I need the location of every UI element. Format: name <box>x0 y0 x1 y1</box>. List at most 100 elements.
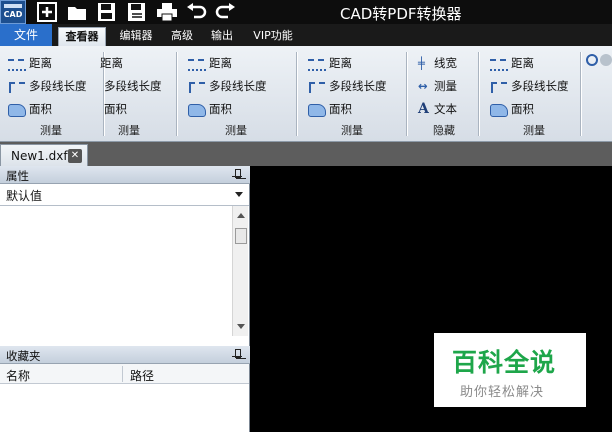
distance-button[interactable]: 距离 <box>308 53 352 73</box>
distance-button[interactable]: 距离 <box>490 53 534 73</box>
pin-icon[interactable] <box>232 169 242 181</box>
area-button[interactable]: 面积 <box>308 99 352 119</box>
favorites-title: 收藏夹 <box>6 349 41 363</box>
distance-label: 距离 <box>209 56 232 70</box>
left-panel: 属性 默认值 收藏夹 名称 路径 <box>0 166 250 432</box>
area-label: 面积 <box>329 102 352 116</box>
open-folder-icon[interactable] <box>66 2 88 22</box>
area-button[interactable]: 面积 <box>8 99 52 119</box>
watermark-sub: 助你轻松解决 <box>460 385 545 400</box>
settings-icon[interactable] <box>600 54 612 66</box>
properties-panel-header: 属性 <box>0 166 250 184</box>
ribbon-divider <box>406 52 407 136</box>
text-toggle[interactable]: A 文本 <box>418 99 457 119</box>
window-title: CAD转PDF转换器 <box>340 5 462 23</box>
distance-icon <box>490 57 508 71</box>
app-icon-label: CAD <box>3 10 23 19</box>
text-icon: A <box>418 101 429 117</box>
polyline-icon <box>8 80 26 94</box>
polyline-length-label: 多段线长度 <box>511 79 569 93</box>
properties-scrollbar[interactable] <box>232 206 248 336</box>
line-width-label: 线宽 <box>434 56 457 70</box>
distance-icon <box>308 57 326 71</box>
ribbon-group-measure-5: 距离 多段线长度 面积 测量 <box>482 49 586 141</box>
group-label: 测量 <box>341 124 363 137</box>
polyline-length-button[interactable]: 多段线长度 <box>188 76 267 96</box>
scroll-up-icon[interactable] <box>237 213 245 218</box>
column-divider[interactable] <box>122 366 123 382</box>
measure-toggle[interactable]: ↔ 测量 <box>418 76 457 96</box>
group-label: 隐藏 <box>433 124 455 137</box>
distance-label: 距离 <box>511 56 534 70</box>
undo-icon[interactable] <box>186 2 208 22</box>
redo-icon[interactable] <box>214 2 236 22</box>
ribbon-group-measure-2: 距离 多段线长度 面积 测量 <box>84 49 174 141</box>
scroll-thumb[interactable] <box>235 228 247 244</box>
polyline-icon <box>188 80 206 94</box>
polyline-icon <box>308 80 326 94</box>
close-icon[interactable]: ✕ <box>68 149 82 163</box>
properties-dropdown[interactable]: 默认值 <box>0 184 249 206</box>
properties-dropdown-value: 默认值 <box>6 189 43 203</box>
document-tab-label: New1.dxf <box>11 149 68 163</box>
area-label: 面积 <box>209 102 232 116</box>
distance-label: 距离 <box>100 56 123 70</box>
area-icon <box>8 103 26 117</box>
polyline-length-button[interactable]: 多段线长度 <box>8 76 87 96</box>
distance-button[interactable]: 距离 <box>188 53 232 73</box>
watermark-main: 百科全说 <box>452 348 557 377</box>
title-bar: CAD CAD转PDF转换器 <box>0 0 612 24</box>
properties-grid <box>0 206 232 336</box>
area-icon <box>490 103 508 117</box>
document-tab[interactable]: New1.dxf ✕ <box>0 144 88 166</box>
area-button[interactable]: 面积 <box>490 99 534 119</box>
pin-icon[interactable] <box>232 349 242 361</box>
tab-vip[interactable]: VIP功能 <box>246 27 300 46</box>
column-name[interactable]: 名称 <box>6 367 30 384</box>
polyline-length-button[interactable]: 多段线长度 <box>104 76 162 96</box>
ribbon-divider <box>176 52 177 136</box>
ribbon-group-measure-3: 距离 多段线长度 面积 测量 <box>180 49 292 141</box>
favorites-panel-header: 收藏夹 <box>0 346 250 364</box>
tab-viewer[interactable]: 查看器 <box>58 27 106 46</box>
distance-button[interactable]: 距离 <box>100 53 123 73</box>
tab-output[interactable]: 输出 <box>204 27 240 46</box>
save-icon[interactable] <box>96 2 118 22</box>
distance-label: 距离 <box>29 56 52 70</box>
document-tab-strip: New1.dxf ✕ <box>0 142 612 166</box>
tab-file[interactable]: 文件 <box>0 24 52 46</box>
polyline-length-label: 多段线长度 <box>209 79 267 93</box>
polyline-length-label: 多段线长度 <box>29 79 87 93</box>
column-path[interactable]: 路径 <box>130 367 154 384</box>
area-button[interactable]: 面积 <box>188 99 232 119</box>
chevron-down-icon <box>235 192 243 197</box>
tab-editor[interactable]: 编辑器 <box>112 27 160 46</box>
properties-title: 属性 <box>6 169 29 183</box>
polyline-length-label: 多段线长度 <box>104 79 162 93</box>
watermark: 百科全说 助你轻松解决 <box>434 333 586 407</box>
distance-label: 距离 <box>329 56 352 70</box>
polyline-length-button[interactable]: 多段线长度 <box>308 76 387 96</box>
distance-button[interactable]: 距离 <box>8 53 52 73</box>
tab-advanced[interactable]: 高级 <box>164 27 200 46</box>
area-icon <box>188 103 206 117</box>
app-icon[interactable]: CAD <box>0 0 26 24</box>
scroll-down-icon[interactable] <box>237 324 245 329</box>
group-label: 测量 <box>225 124 247 137</box>
help-icon[interactable] <box>586 54 598 66</box>
measure-label: 测量 <box>434 79 457 93</box>
polyline-icon <box>490 80 508 94</box>
save-as-icon[interactable] <box>126 2 148 22</box>
group-label: 测量 <box>118 124 140 137</box>
print-icon[interactable] <box>156 2 178 22</box>
text-label: 文本 <box>434 102 457 116</box>
polyline-length-button[interactable]: 多段线长度 <box>490 76 569 96</box>
ribbon-divider <box>580 52 581 136</box>
line-width-toggle[interactable]: ╪ 线宽 <box>418 53 457 73</box>
area-label: 面积 <box>511 102 534 116</box>
group-label: 测量 <box>523 124 545 137</box>
area-button[interactable]: 面积 <box>104 99 127 119</box>
polyline-length-label: 多段线长度 <box>329 79 387 93</box>
add-icon[interactable] <box>36 2 58 22</box>
ribbon-tab-bar: 文件 查看器 编辑器 高级 输出 VIP功能 <box>0 24 612 46</box>
